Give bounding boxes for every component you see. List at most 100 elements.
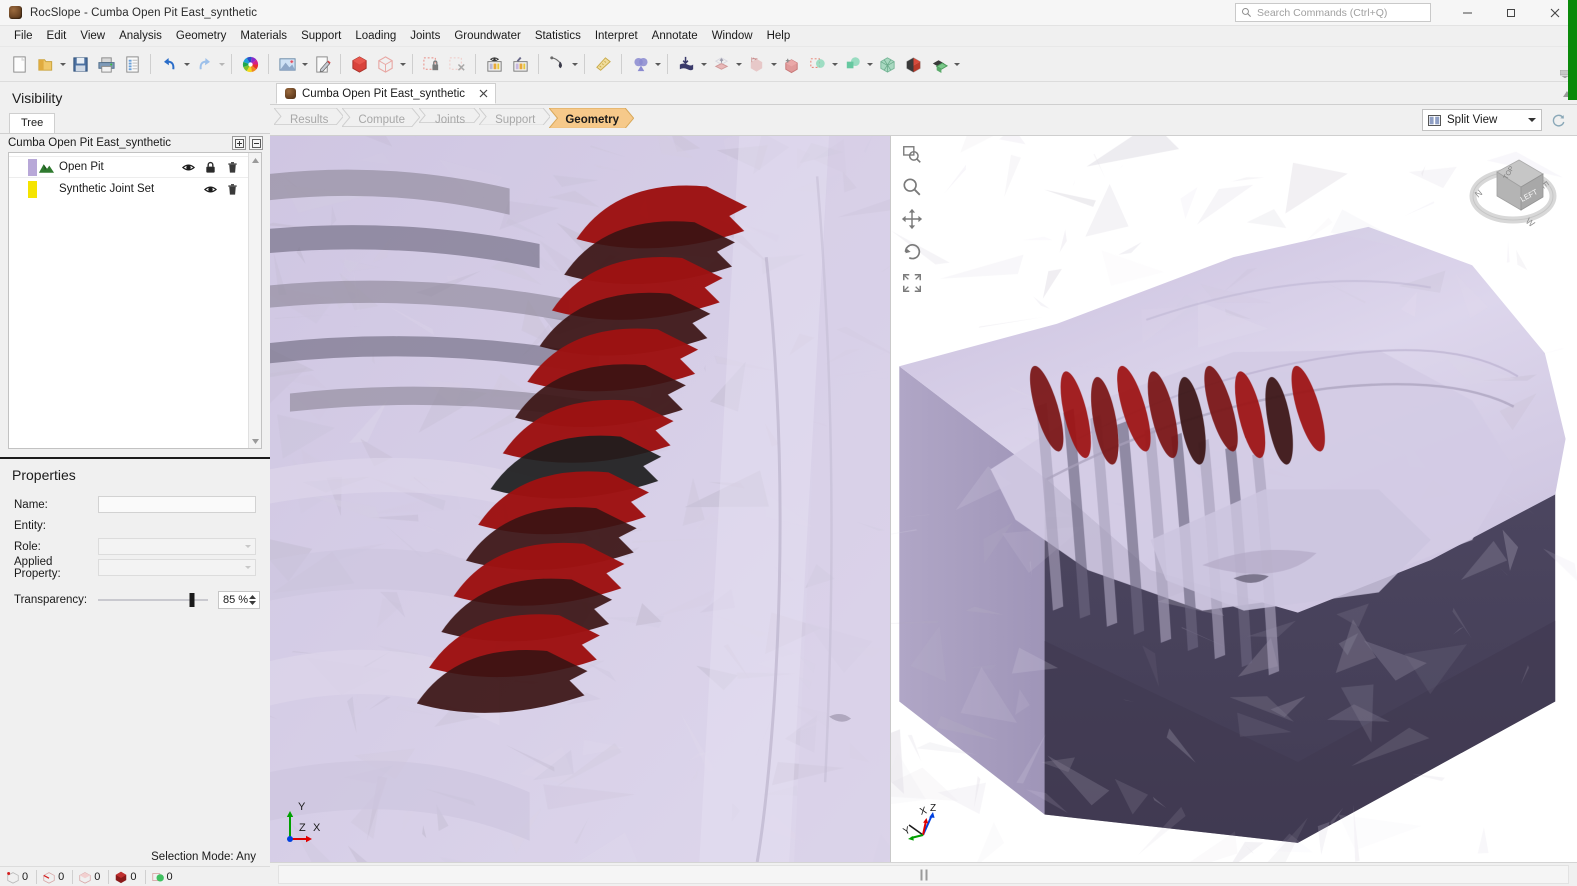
menu-item-statistics[interactable]: Statistics	[528, 28, 588, 44]
ruler-button[interactable]	[590, 51, 616, 78]
menu-item-annotate[interactable]: Annotate	[645, 28, 705, 44]
tree-scrollbar[interactable]	[248, 153, 261, 448]
menu-item-edit[interactable]: Edit	[40, 28, 74, 44]
view-stack-button-dropdown[interactable]	[952, 51, 961, 78]
image-button[interactable]	[274, 51, 300, 78]
stepper-down-icon[interactable]	[249, 601, 256, 605]
grid-block-button[interactable]	[743, 51, 769, 78]
zoom-tool[interactable]	[899, 174, 925, 200]
zoom-all-tool[interactable]	[899, 270, 925, 296]
eye-icon[interactable]	[204, 183, 217, 196]
view-stack-button[interactable]	[926, 51, 952, 78]
trash-icon[interactable]	[226, 161, 239, 174]
measure-button[interactable]	[544, 51, 570, 78]
menu-item-view[interactable]: View	[73, 28, 112, 44]
wireframe-geometry-button[interactable]	[372, 51, 398, 78]
stepper-up-icon[interactable]	[249, 595, 256, 599]
viewport-left[interactable]: Y Z X	[270, 136, 891, 862]
image-button-dropdown[interactable]	[300, 51, 309, 78]
menu-item-interpret[interactable]: Interpret	[588, 28, 645, 44]
main-body: Visibility Tree Cumba Open Pit East_synt…	[0, 82, 1577, 886]
refresh-button[interactable]	[1548, 110, 1568, 130]
menu-item-help[interactable]: Help	[760, 28, 798, 44]
resize-grip-icon[interactable]	[920, 869, 927, 880]
face-select-button[interactable]	[804, 51, 830, 78]
close-icon[interactable]	[476, 87, 490, 101]
undo-button[interactable]	[156, 51, 182, 78]
menu-item-analysis[interactable]: Analysis	[112, 28, 169, 44]
transparency-stepper[interactable]: 85 %	[218, 591, 260, 609]
color-wheel-button[interactable]	[237, 51, 263, 78]
search-commands-box[interactable]: Search Commands (Ctrl+Q)	[1235, 3, 1431, 22]
rotate-tool[interactable]	[899, 238, 925, 264]
applied-property-select[interactable]	[98, 559, 256, 576]
cut-block-button-dropdown[interactable]	[865, 51, 874, 78]
clear-selection-button[interactable]	[444, 51, 470, 78]
menu-item-loading[interactable]: Loading	[348, 28, 403, 44]
lock-selection-button[interactable]	[418, 51, 444, 78]
undo-button-dropdown[interactable]	[182, 51, 191, 78]
maximize-button[interactable]	[1489, 0, 1533, 26]
split-view-select[interactable]: Split View	[1422, 109, 1542, 131]
menu-item-joints[interactable]: Joints	[403, 28, 447, 44]
redo-button[interactable]	[191, 51, 217, 78]
mesh-button[interactable]	[874, 51, 900, 78]
transparency-slider[interactable]	[98, 593, 208, 607]
show-hide-button[interactable]	[481, 51, 507, 78]
extrude-button[interactable]	[708, 51, 734, 78]
wireframe-geometry-button-dropdown[interactable]	[398, 51, 407, 78]
view-cube[interactable]: N E W TOP LEFT	[1467, 148, 1559, 233]
workflow-step-joints[interactable]: Joints	[419, 108, 480, 132]
scroll-down-icon[interactable]	[252, 434, 259, 448]
measure-button-dropdown[interactable]	[570, 51, 579, 78]
save-button[interactable]	[67, 51, 93, 78]
menu-item-geometry[interactable]: Geometry	[169, 28, 234, 44]
tree-item-synthetic-joint-set[interactable]: Synthetic Joint Set	[9, 178, 248, 200]
name-field[interactable]	[98, 496, 256, 513]
import-button[interactable]	[673, 51, 699, 78]
collapse-all-icon[interactable]	[249, 136, 263, 150]
workflow-step-compute[interactable]: Compute	[342, 108, 420, 132]
grid-block-button-dropdown[interactable]	[769, 51, 778, 78]
expand-all-icon[interactable]	[232, 136, 246, 150]
minimize-button[interactable]	[1445, 0, 1489, 26]
menu-item-support[interactable]: Support	[294, 28, 348, 44]
workflow-step-geometry[interactable]: Geometry	[549, 108, 634, 132]
redo-button-dropdown[interactable]	[217, 51, 226, 78]
report-button[interactable]	[119, 51, 145, 78]
boolean-button-dropdown[interactable]	[653, 51, 662, 78]
pan-tool[interactable]	[899, 206, 925, 232]
solid-geometry-button[interactable]	[346, 51, 372, 78]
add-block-button[interactable]	[778, 51, 804, 78]
role-select[interactable]	[98, 538, 256, 555]
tree-item-open-pit[interactable]: Open Pit	[9, 156, 248, 178]
tab-tree[interactable]: Tree	[9, 113, 55, 133]
lock-icon[interactable]	[204, 161, 217, 174]
trash-icon[interactable]	[226, 183, 239, 196]
open-file-button-dropdown[interactable]	[58, 51, 67, 78]
new-file-button[interactable]	[6, 51, 32, 78]
print-button[interactable]	[93, 51, 119, 78]
tree-item-label: Open Pit	[59, 161, 104, 173]
workflow-step-results[interactable]: Results	[274, 108, 343, 132]
zoom-window-tool[interactable]	[899, 142, 925, 168]
eye-icon[interactable]	[182, 161, 195, 174]
cut-block-button[interactable]	[839, 51, 865, 78]
import-button-dropdown[interactable]	[699, 51, 708, 78]
extrude-button-dropdown[interactable]	[734, 51, 743, 78]
scroll-up-icon[interactable]	[252, 153, 259, 167]
menu-item-materials[interactable]: Materials	[233, 28, 294, 44]
menu-item-file[interactable]: File	[7, 28, 40, 44]
boolean-button[interactable]	[627, 51, 653, 78]
menu-item-groundwater[interactable]: Groundwater	[447, 28, 527, 44]
edit-properties-button[interactable]	[309, 51, 335, 78]
search-input[interactable]: Search Commands (Ctrl+Q)	[1257, 7, 1387, 19]
face-select-button-dropdown[interactable]	[830, 51, 839, 78]
menu-item-window[interactable]: Window	[705, 28, 760, 44]
section-button[interactable]	[900, 51, 926, 78]
document-tab[interactable]: Cumba Open Pit East_synthetic	[276, 83, 496, 104]
workflow-step-support[interactable]: Support	[479, 108, 550, 132]
annotate-button[interactable]	[507, 51, 533, 78]
open-file-button[interactable]	[32, 51, 58, 78]
viewport-right[interactable]: N E W TOP LEFT	[891, 136, 1577, 862]
